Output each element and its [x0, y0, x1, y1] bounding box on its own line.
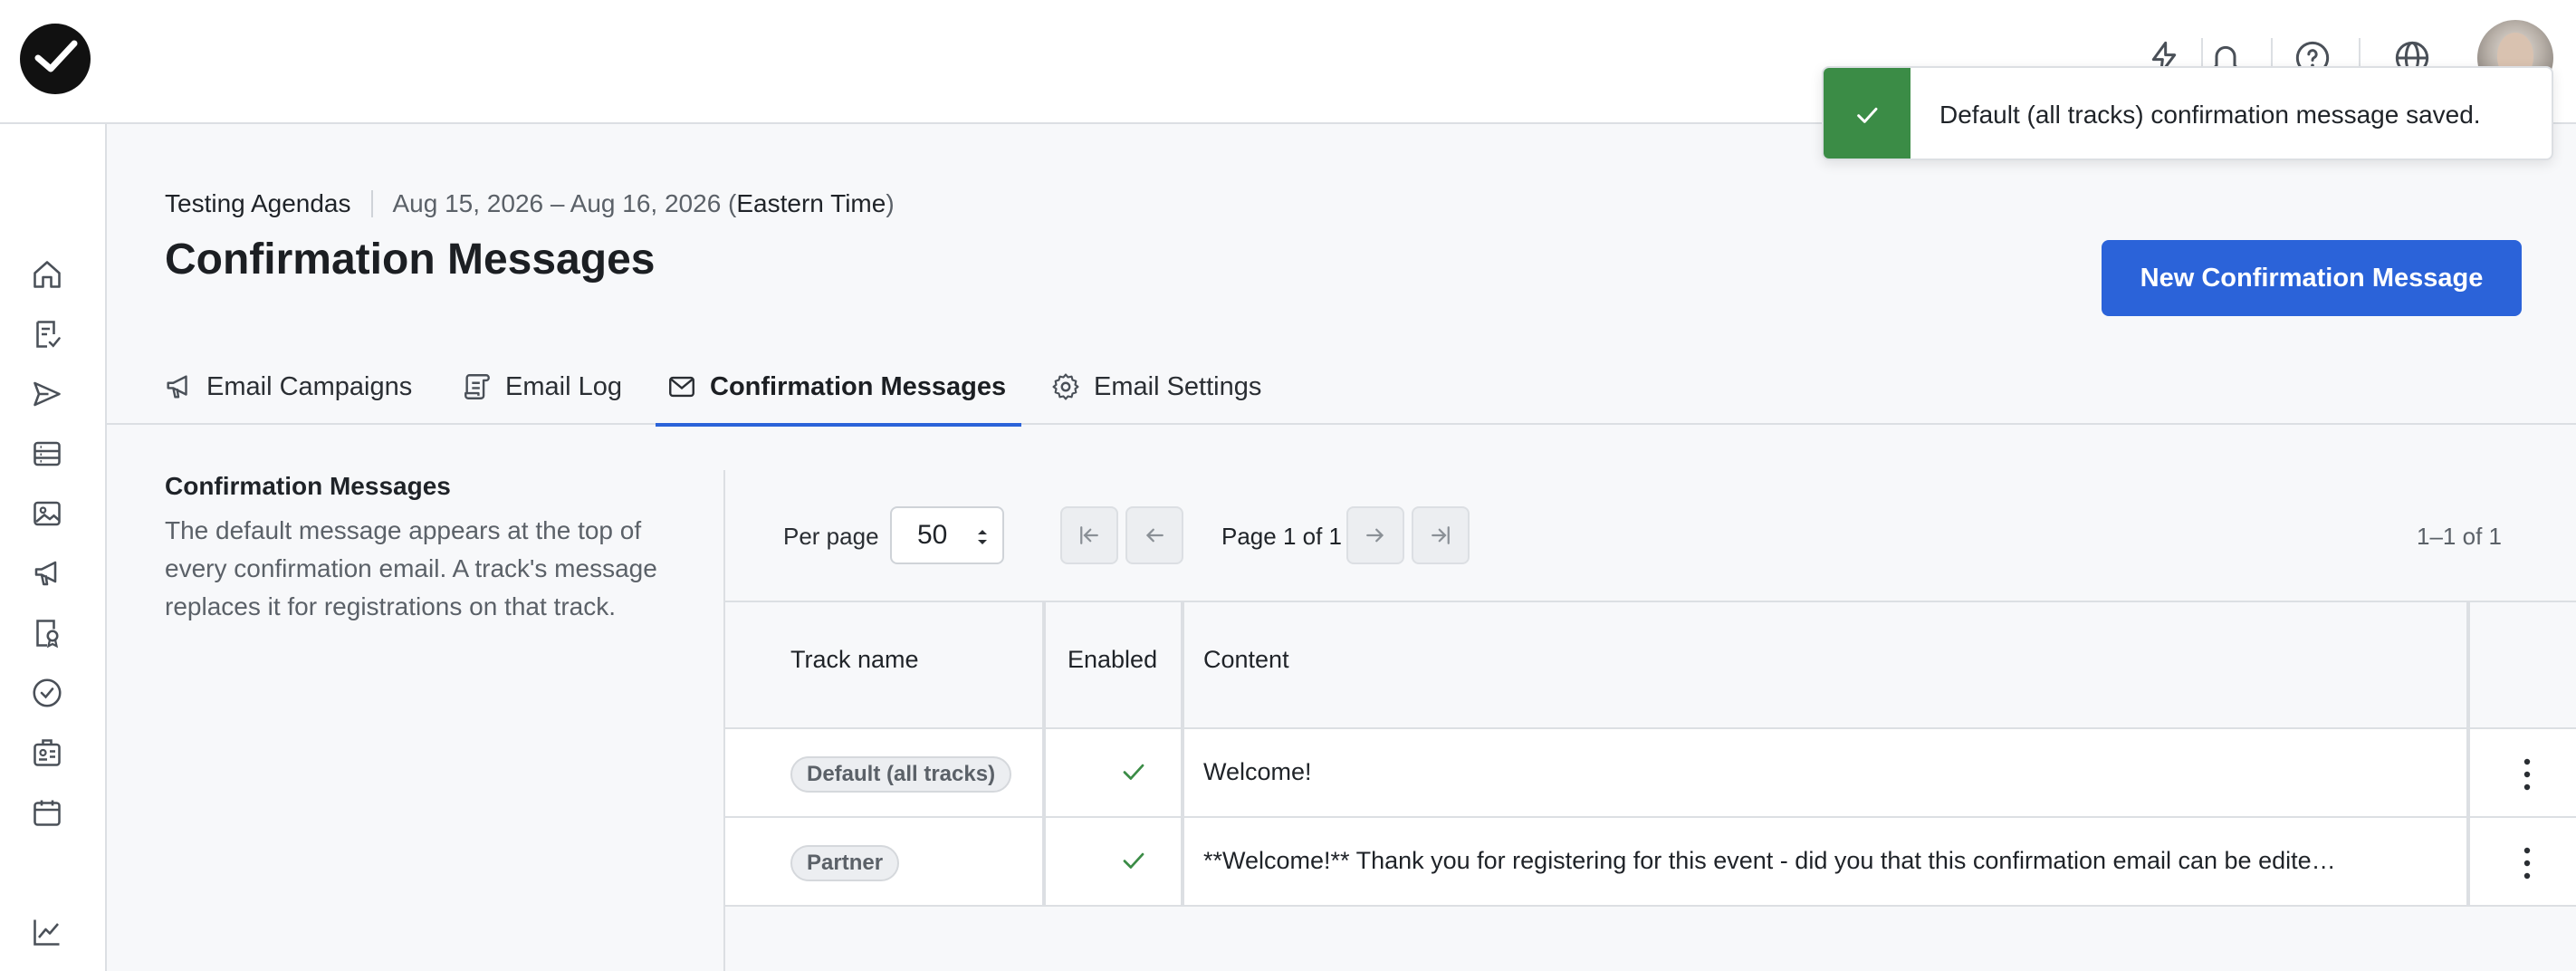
megaphone-icon[interactable] [31, 557, 63, 590]
calendar-icon[interactable] [31, 796, 63, 829]
envelope-icon [666, 371, 697, 402]
check-circle-icon[interactable] [31, 677, 63, 709]
success-toast[interactable]: Default (all tracks) confirmation messag… [1822, 66, 2553, 160]
table-row[interactable]: Partner **Welcome!** Thank you for regis… [725, 818, 2576, 907]
send-icon[interactable] [31, 378, 63, 410]
badge-search-icon[interactable] [31, 617, 63, 649]
tab-email-settings[interactable]: Email Settings [1050, 349, 1261, 425]
checkmark-icon [1857, 107, 1878, 123]
sidebar [0, 124, 107, 971]
previous-page-button[interactable] [1125, 506, 1183, 564]
arrow-left-icon [1145, 528, 1164, 543]
per-page-label: Per page [783, 523, 879, 550]
column-header-enabled[interactable]: Enabled [1068, 646, 1157, 674]
id-card-icon[interactable] [31, 736, 63, 769]
page-title: Confirmation Messages [165, 236, 656, 284]
active-tab-indicator [656, 423, 1021, 427]
image-icon[interactable] [31, 497, 63, 530]
per-page-select[interactable]: 50 [890, 506, 1004, 564]
toast-status-bar [1824, 68, 1910, 159]
tab-label: Email Log [505, 371, 622, 401]
tab-confirmation-messages[interactable]: Confirmation Messages [666, 349, 1006, 425]
home-icon[interactable] [31, 258, 63, 291]
checklist-icon[interactable] [31, 318, 63, 351]
megaphone-icon [163, 371, 194, 402]
enabled-check-icon [1120, 847, 1147, 874]
arrow-right-icon [1366, 528, 1384, 543]
pagination: Per page 50 Page 1 of 1 1–1 of 1 [725, 470, 2576, 602]
column-header-content[interactable]: Content [1203, 646, 1289, 674]
table-row[interactable]: Default (all tracks) Welcome! [725, 729, 2576, 818]
section-title: Confirmation Messages [165, 472, 451, 500]
checkmark-logo-icon[interactable] [20, 24, 91, 94]
per-page-value: 50 [917, 520, 948, 550]
event-dates: Aug 15, 2026 – Aug 16, 2026 ( [392, 189, 737, 217]
column-separator[interactable] [1181, 601, 1184, 907]
event-separator [370, 190, 373, 217]
track-badge: Partner [790, 845, 900, 881]
section-description: The default message appears at the top o… [165, 516, 657, 620]
tab-bar: Email Campaigns Email Log Confirmation M… [107, 349, 2576, 425]
event-close-paren: ) [886, 189, 895, 217]
row-actions-menu-icon[interactable] [2509, 841, 2545, 885]
event-timezone: Eastern Time [736, 189, 886, 217]
table-header: Track name Enabled Content [725, 601, 2576, 729]
message-content: Welcome! [1203, 758, 1312, 785]
last-page-button[interactable] [1412, 506, 1470, 564]
first-page-icon [1080, 526, 1098, 544]
message-content: **Welcome!** Thank you for registering f… [1203, 847, 2339, 874]
tab-email-log[interactable]: Email Log [462, 349, 622, 425]
tab-label: Confirmation Messages [710, 371, 1007, 401]
track-badge: Default (all tracks) [790, 756, 1012, 793]
tab-label: Email Campaigns [206, 371, 413, 401]
tab-email-campaigns[interactable]: Email Campaigns [163, 349, 412, 425]
column-separator[interactable] [2466, 601, 2470, 907]
event-info: Testing Agendas Aug 15, 2026 – Aug 16, 2… [165, 189, 895, 218]
sort-caret-icon [975, 526, 990, 548]
new-confirmation-message-button[interactable]: New Confirmation Message [2102, 240, 2522, 316]
log-icon [462, 371, 493, 402]
row-actions-menu-icon[interactable] [2509, 753, 2545, 796]
gear-icon [1050, 371, 1081, 402]
list-icon[interactable] [31, 437, 63, 470]
toast-message: Default (all tracks) confirmation messag… [1939, 101, 2481, 129]
first-page-button[interactable] [1060, 506, 1118, 564]
enabled-check-icon [1120, 758, 1147, 785]
next-page-button[interactable] [1346, 506, 1404, 564]
event-name: Testing Agendas [165, 189, 351, 217]
last-page-icon [1432, 526, 1450, 544]
tab-label: Email Settings [1094, 371, 1262, 401]
column-separator[interactable] [1042, 601, 1046, 907]
page-info: Page 1 of 1 [1221, 523, 1342, 550]
chart-icon[interactable] [31, 916, 63, 948]
column-header-track-name[interactable]: Track name [790, 646, 919, 674]
range-info: 1–1 of 1 [2417, 523, 2502, 550]
